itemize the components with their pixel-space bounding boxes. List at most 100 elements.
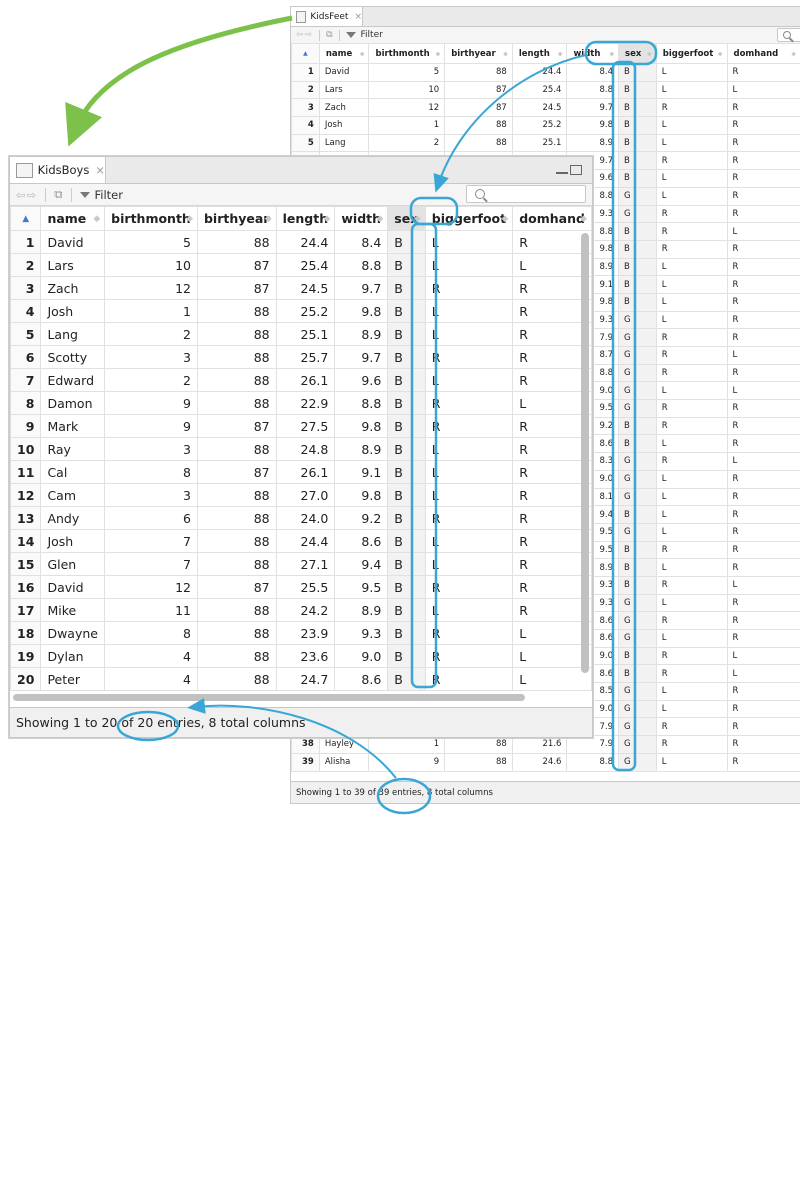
table-cell: R	[726, 487, 800, 507]
column-header-biggerfoot[interactable]: biggerfoot ◆	[655, 43, 728, 64]
filter-button[interactable]: Filter	[345, 30, 383, 40]
table-cell: R	[655, 399, 728, 418]
table-cell: Damon	[40, 391, 106, 415]
table-cell: 88	[196, 299, 277, 323]
table-cell: 4	[104, 644, 198, 668]
table-cell: B	[387, 368, 426, 392]
tab-kidsboys[interactable]: KidsBoys ×	[10, 157, 106, 184]
table-cell: 26.1	[275, 368, 336, 392]
minimize-icon[interactable]	[556, 168, 568, 174]
table-cell: 9.3	[334, 621, 389, 645]
table-cell: Josh	[40, 299, 106, 323]
row-number: 13	[10, 506, 42, 530]
table-cell: R	[512, 460, 592, 484]
table-cell: 2	[104, 368, 198, 392]
table-cell: 9.7	[334, 345, 389, 369]
column-header-birthmonth[interactable]: birthmonth ◆	[368, 43, 446, 64]
column-header-length[interactable]: length ◆	[275, 206, 336, 231]
column-header-length[interactable]: length ◆	[511, 43, 568, 64]
table-cell: L	[655, 310, 728, 330]
table-cell: L	[655, 558, 728, 577]
table-cell: Zach	[318, 98, 370, 118]
column-header-width[interactable]: width ◆	[334, 206, 389, 231]
table-cell: R	[655, 664, 728, 684]
column-header-birthyear[interactable]: birthyear ◆	[444, 43, 513, 64]
table-cell: L	[424, 253, 514, 277]
column-header-domhand[interactable]: domhand ◆	[726, 43, 800, 64]
column-header-sex[interactable]: sex ◆	[618, 43, 657, 64]
table-row: 4 Josh 1 88 25.2 9.8 B L R	[10, 299, 592, 323]
table-cell: 9.7	[334, 276, 389, 300]
search-input[interactable]	[466, 185, 586, 203]
table-cell: 87	[444, 80, 513, 100]
table-cell: B	[618, 80, 657, 100]
column-header-biggerfoot[interactable]: biggerfoot ◆	[424, 206, 514, 231]
data-table: ▲ name ◆ birthmonth ◆ birthyear ◆ length ◆ width ◆…	[10, 206, 592, 691]
table-cell: 88	[196, 345, 277, 369]
table-cell: 8.4	[566, 63, 620, 82]
table-cell: R	[726, 629, 800, 648]
popout-icon[interactable]: ⧉	[54, 187, 62, 202]
sort-icon: ◆	[501, 213, 509, 224]
back-forward-icons[interactable]: ⇦⇨	[296, 30, 313, 40]
table-cell: R	[424, 345, 514, 369]
column-header-birthmonth[interactable]: birthmonth ◆	[104, 206, 198, 231]
table-cell: Lang	[40, 322, 106, 346]
tab-kidsfeet[interactable]: KidsFeet ×	[291, 7, 363, 27]
table-cell: David	[40, 575, 106, 599]
table-row: 10 Ray 3 88 24.8 8.9 B L R	[10, 437, 592, 461]
table-icon	[296, 10, 307, 23]
toolbar-separator	[70, 187, 72, 202]
table-cell: 12	[104, 276, 198, 300]
table-cell: R	[655, 328, 728, 347]
table-cell: L	[655, 505, 728, 524]
vertical-scrollbar[interactable]	[581, 233, 589, 673]
filter-button[interactable]: Filter	[79, 188, 123, 202]
table-cell: 10	[368, 80, 446, 100]
table-cell: G	[618, 735, 657, 754]
table-row: 38 Hayley 1 88 21.6 7.9 G R R	[291, 735, 800, 754]
table-cell: Hayley	[318, 735, 370, 754]
table-cell: R	[512, 598, 592, 622]
sort-icon: ◆	[359, 50, 365, 57]
close-tab-icon[interactable]: ×	[95, 163, 105, 177]
column-header-width[interactable]: width ◆	[566, 43, 620, 64]
table-cell: Mark	[40, 414, 106, 438]
entries-summary: Showing 1 to 20 of 20 entries, 8 total c…	[16, 715, 306, 730]
table-cell: 8.9	[334, 437, 389, 461]
table-cell: 7.9	[566, 735, 620, 754]
sort-icon: ◆	[609, 50, 615, 57]
table-cell: R	[726, 98, 800, 118]
table-cell: 24.8	[275, 437, 336, 461]
close-tab-icon[interactable]: ×	[354, 12, 362, 22]
table-cell: 9.1	[334, 460, 389, 484]
table-cell: R	[512, 529, 592, 553]
popout-icon[interactable]: ⧉	[326, 30, 332, 40]
column-header-name[interactable]: name ◆	[40, 206, 106, 231]
horizontal-scrollbar[interactable]	[13, 694, 525, 701]
column-header-domhand[interactable]: domhand ◆	[512, 206, 592, 231]
table-cell: B	[618, 98, 657, 118]
table-cell: G	[618, 611, 657, 630]
column-header-birthyear[interactable]: birthyear ◆	[196, 206, 277, 231]
maximize-icon[interactable]	[570, 165, 582, 175]
table-cell: G	[618, 328, 657, 347]
column-header-name[interactable]: name ◆	[318, 43, 370, 64]
table-cell: B	[387, 483, 426, 507]
row-number: 39	[291, 752, 320, 772]
column-header-sex[interactable]: sex ◆	[387, 206, 426, 231]
table-cell: L	[424, 368, 514, 392]
table-cell: B	[387, 299, 426, 323]
table-cell: 5	[104, 230, 198, 254]
search-input[interactable]	[777, 28, 800, 42]
table-cell: L	[424, 299, 514, 323]
search-icon	[783, 31, 791, 39]
toolbar-separator	[338, 29, 340, 41]
table-cell: B	[618, 169, 657, 188]
table-cell: R	[726, 275, 800, 294]
sort-corner-icon[interactable]: ▲	[291, 43, 320, 64]
sort-corner-icon[interactable]: ▲	[10, 206, 42, 231]
back-forward-icons[interactable]: ⇦⇨	[16, 188, 37, 202]
table-cell: 88	[196, 483, 277, 507]
table-cell: 88	[444, 133, 513, 153]
